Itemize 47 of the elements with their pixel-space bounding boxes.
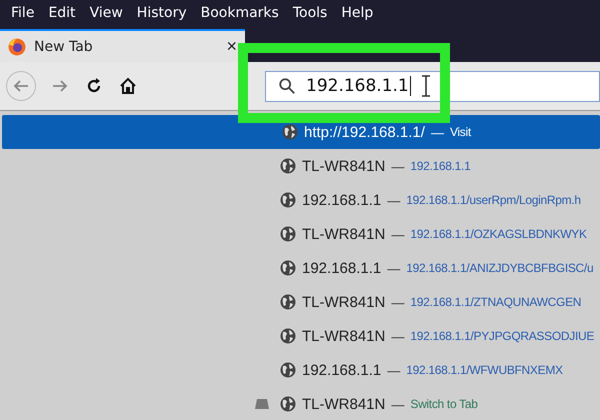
suggestion-url: Switch to Tab <box>410 397 478 411</box>
suggestion-url: 192.168.1.1/OZKAGSLBDNKWYK <box>410 227 587 241</box>
suggestion-url: 192.168.1.1/userRpm/LoginRpm.h <box>406 193 581 207</box>
close-tab-button[interactable]: × <box>226 36 237 57</box>
suggestion-title: TL-WR841N <box>302 294 386 310</box>
suggestion-url: 192.168.1.1/ANIZJDYBCBFBGISC/u <box>406 261 594 275</box>
suggestion-title: 192.168.1.1 <box>302 362 382 378</box>
menu-item[interactable]: History <box>130 4 194 20</box>
menu-item[interactable]: Bookmarks <box>194 4 286 20</box>
menu-item[interactable]: Help <box>334 4 380 20</box>
suggestion-row[interactable]: 192.168.1.1 — 192.168.1.1/userRpm/LoginRpm.h <box>0 183 600 217</box>
suggestion-row[interactable]: 192.168.1.1 — 192.168.1.1/WFWUBFNXEMX <box>0 353 600 387</box>
tab-title: New Tab <box>34 38 94 54</box>
separator-dash: — <box>387 362 400 378</box>
separator-dash: — <box>391 396 404 412</box>
suggestion-title: http://192.168.1.1/ <box>304 124 425 140</box>
suggestion-url: 192.168.1.1/PYJPGQRASSODJIUE <box>410 329 594 343</box>
separator-dash: — <box>387 260 400 276</box>
suggestion-row[interactable]: TL-WR841N — 192.168.1.1/PYJPGQRASSODJIUE <box>0 319 600 353</box>
suggestion-row[interactable]: TL-WR841N — 192.168.1.1/OZKAGSLBDNKWYK <box>0 217 600 251</box>
suggestion-url: 192.168.1.1 <box>410 159 470 173</box>
separator-dash: — <box>430 124 444 140</box>
menu-item[interactable]: Edit <box>41 4 83 20</box>
suggestion-url: 192.168.1.1/WFWUBFNXEMX <box>406 363 563 377</box>
suggestion-row[interactable]: TL-WR841N — 192.168.1.1/ZTNAQUNAWCGEN <box>0 285 600 319</box>
suggestion-title: TL-WR841N <box>302 158 386 174</box>
address-field[interactable]: 192.168.1.1 <box>265 70 600 102</box>
suggestion-url: Visit <box>450 125 471 139</box>
suggestion-title: TL-WR841N <box>302 396 386 412</box>
menu-item[interactable]: Tools <box>286 4 334 20</box>
suggestion-row[interactable]: 192.168.1.1 — 192.168.1.1/ANIZJDYBCBFBGISC/u <box>0 251 600 285</box>
suggestion-row[interactable]: http://192.168.1.1/ — Visit <box>2 115 600 149</box>
menu-item[interactable]: File <box>4 4 42 20</box>
separator-dash: — <box>387 192 400 208</box>
suggestion-row[interactable]: TL-WR841N — Switch to Tab <box>0 387 600 420</box>
menu-item[interactable]: View <box>82 4 130 20</box>
separator-dash: — <box>391 328 404 344</box>
suggestion-title: 192.168.1.1 <box>302 260 382 276</box>
separator-dash: — <box>391 158 404 174</box>
suggestion-title: TL-WR841N <box>302 328 386 344</box>
suggestion-title: 192.168.1.1 <box>302 192 382 208</box>
separator-dash: — <box>391 294 404 310</box>
suggestion-row[interactable]: TL-WR841N — 192.168.1.1 <box>0 149 600 183</box>
suggestion-title: TL-WR841N <box>302 226 386 242</box>
browser-tab[interactable]: New Tab × <box>0 29 245 62</box>
suggestion-url: 192.168.1.1/ZTNAQUNAWCGEN <box>410 295 582 309</box>
separator-dash: — <box>391 226 404 242</box>
